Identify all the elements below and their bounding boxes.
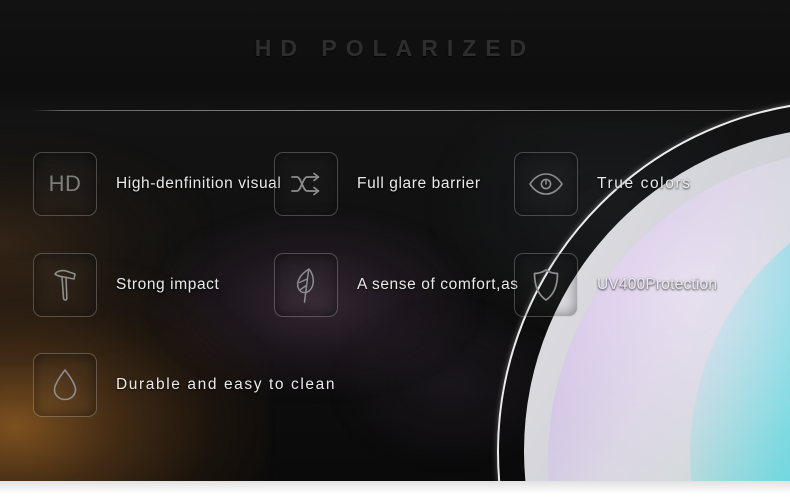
feature-item-true-colors[interactable]: True colors: [514, 152, 692, 216]
feature-label-comfort: A sense of comfort,as: [357, 276, 519, 293]
hd-text-icon: HD: [33, 152, 97, 216]
shield-icon: [514, 253, 578, 317]
feature-label-clean: Durable and easy to clean: [116, 376, 337, 393]
feature-item-impact[interactable]: Strong impact: [33, 253, 219, 317]
eye-icon: [514, 152, 578, 216]
product-banner-screen: HD POLARIZED HD High-denfinition visual …: [0, 0, 790, 504]
title-divider: [33, 110, 757, 111]
bottom-shadow: [0, 481, 790, 494]
feature-item-uv400[interactable]: UV400Protection: [514, 253, 717, 317]
feature-item-comfort[interactable]: A sense of comfort,as: [274, 253, 519, 317]
feature-item-clean[interactable]: Durable and easy to clean: [33, 353, 336, 417]
hammer-icon: [33, 253, 97, 317]
feature-label-hd: High-denfinition visual: [116, 175, 282, 192]
water-drop-icon: [33, 353, 97, 417]
feature-label-true-colors: True colors: [597, 175, 692, 192]
shuffle-icon: [274, 152, 338, 216]
feature-item-glare[interactable]: Full glare barrier: [274, 152, 481, 216]
feature-item-hd[interactable]: HD High-denfinition visual: [33, 152, 281, 216]
feature-label-uv400: UV400Protection: [597, 276, 718, 293]
feather-icon: [274, 253, 338, 317]
page-title: HD POLARIZED: [254, 35, 536, 61]
feature-label-glare: Full glare barrier: [357, 175, 481, 192]
hd-icon-label: HD: [48, 171, 82, 196]
feature-label-impact: Strong impact: [116, 276, 220, 293]
dark-banner: HD POLARIZED HD High-denfinition visual …: [0, 0, 790, 481]
